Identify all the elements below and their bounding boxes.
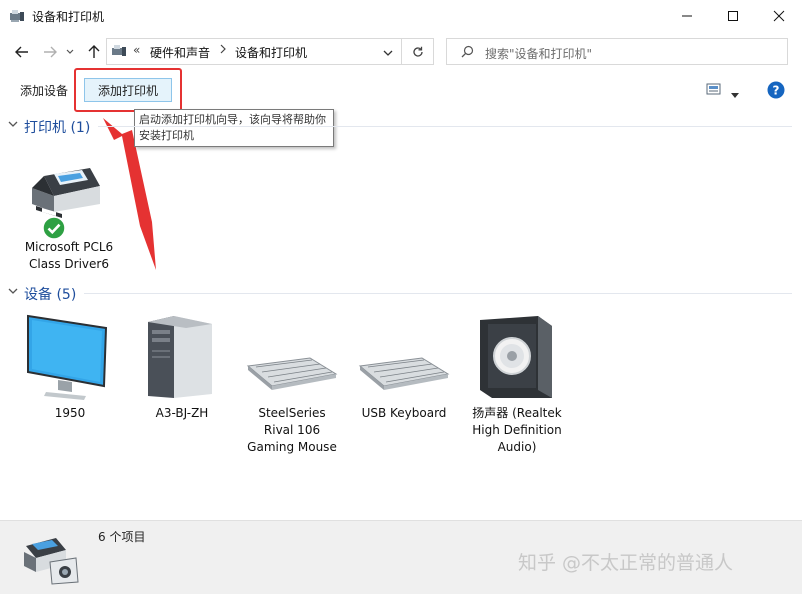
printers-group-header[interactable]: 打印机 (1) xyxy=(24,117,90,137)
chevron-down-icon xyxy=(8,288,18,294)
computer-tower-icon xyxy=(148,316,212,398)
group-divider xyxy=(84,293,792,294)
keyboard-icon xyxy=(246,357,338,390)
device-name-line1: A3-BJ-ZH xyxy=(155,406,209,420)
device-name-line1: USB Keyboard xyxy=(361,406,447,420)
watermark-text: 知乎 @不太正常的普通人 xyxy=(518,552,734,574)
devices-group-toggle[interactable] xyxy=(8,285,18,298)
device-name-line1: 扬声器 (Realtek xyxy=(472,406,562,420)
device-item-computer[interactable]: A3-BJ-ZH xyxy=(130,310,234,430)
device-name-line1: 1950 xyxy=(54,406,86,420)
device-item-speaker[interactable]: 扬声器 (Realtek High Definition Audio) xyxy=(464,310,568,460)
device-item-keyboard[interactable]: USB Keyboard xyxy=(352,310,456,430)
annotation-arrow xyxy=(103,118,156,270)
keyboard-icon xyxy=(358,357,450,390)
speaker-icon xyxy=(480,316,552,398)
status-ok-icon xyxy=(42,216,66,240)
printers-group-toggle[interactable] xyxy=(8,118,18,131)
monitor-icon xyxy=(27,314,108,400)
device-name-line2: Rival 106 xyxy=(263,423,321,437)
printer-name-line1: Microsoft PCL6 xyxy=(24,240,114,254)
devices-group-header[interactable]: 设备 (5) xyxy=(24,284,76,304)
printer-name-line2: Class Driver6 xyxy=(29,257,109,271)
chevron-down-icon xyxy=(8,121,18,127)
devices-printers-large-icon xyxy=(24,538,79,585)
add-printer-tooltip: 启动添加打印机向导，该向导将帮助你安装打印机 xyxy=(134,109,334,147)
device-name-line1: SteelSeries xyxy=(258,406,326,420)
printer-icon xyxy=(32,168,100,218)
item-count: 6 个项目 xyxy=(98,530,146,544)
group-divider xyxy=(98,126,792,127)
device-name-line3: Audio) xyxy=(497,440,537,454)
printer-item[interactable]: Microsoft PCL6 Class Driver6 xyxy=(14,164,114,274)
device-item-monitor[interactable]: 1950 xyxy=(18,310,122,430)
device-name-line2: High Definition xyxy=(472,423,562,437)
device-name-line3: Gaming Mouse xyxy=(247,440,337,454)
device-item-mouse[interactable]: SteelSeries Rival 106 Gaming Mouse xyxy=(240,310,344,460)
